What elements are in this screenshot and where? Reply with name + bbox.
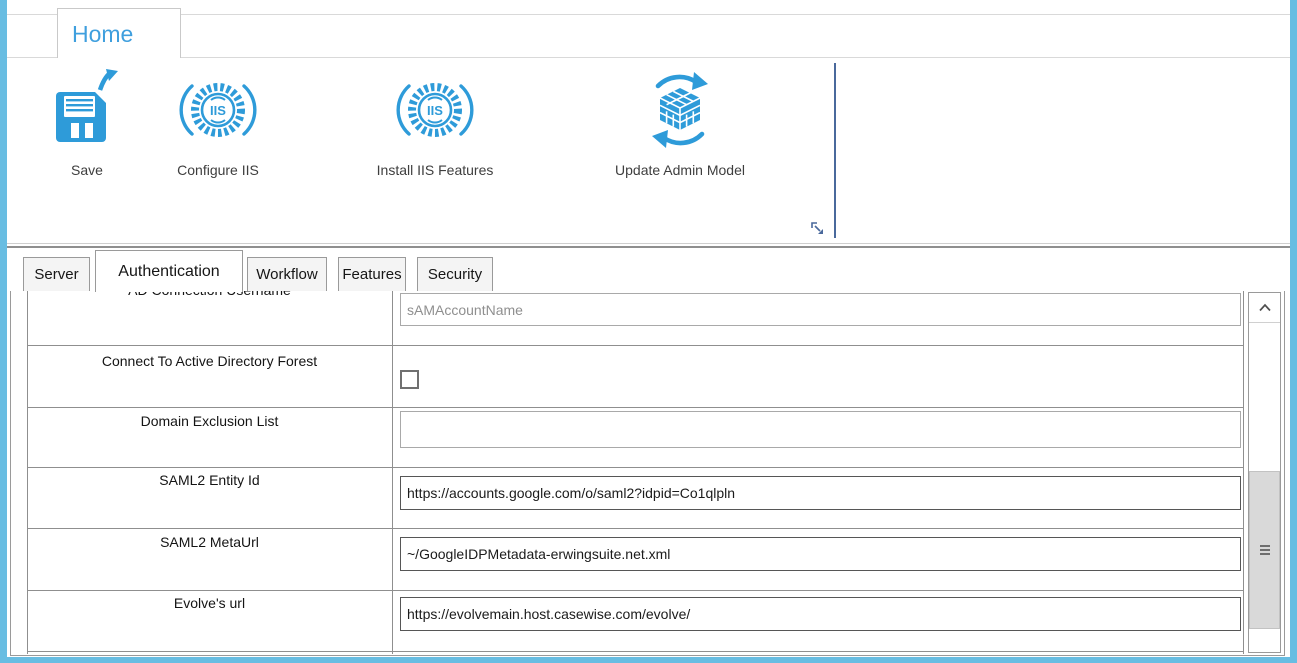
scrollbar-grip-icon: [1259, 545, 1270, 555]
scrollbar-up-button[interactable]: [1249, 293, 1280, 323]
domain-exclusion-list-input[interactable]: [400, 411, 1241, 448]
ribbon-bottom-border: [7, 243, 1290, 244]
svg-text:IIS: IIS: [427, 103, 443, 118]
tab-authentication-label: Authentication: [118, 262, 220, 280]
vertical-scrollbar[interactable]: [1248, 292, 1281, 653]
row-divider: [27, 651, 1243, 652]
field-label-saml2-metaurl: SAML2 MetaUrl: [160, 534, 259, 550]
tab-workflow[interactable]: Workflow: [247, 257, 327, 291]
saml2-entity-id-input[interactable]: [400, 476, 1241, 510]
tab-server-label: Server: [34, 266, 79, 283]
tab-authentication[interactable]: Authentication: [95, 250, 243, 292]
ribbon-group-separator: [834, 63, 836, 238]
tab-workflow-label: Workflow: [256, 266, 318, 283]
window-border: [0, 0, 7, 663]
cube-sync-icon: [638, 64, 722, 156]
tab-features[interactable]: Features: [338, 257, 406, 291]
saml2-metaurl-input[interactable]: [400, 537, 1241, 571]
titlebar-divider: [7, 14, 1290, 15]
row-divider: [27, 467, 1243, 468]
row-divider: [27, 407, 1243, 408]
update-admin-model-label: Update Admin Model: [615, 162, 745, 178]
save-button[interactable]: Save: [37, 64, 137, 194]
install-iis-features-label: Install IIS Features: [376, 162, 494, 178]
tab-features-label: Features: [342, 266, 402, 283]
row-divider: [27, 528, 1243, 529]
chevron-up-icon: [1258, 303, 1271, 312]
row-divider: [27, 345, 1243, 346]
dialog-launcher-icon[interactable]: [810, 221, 826, 237]
iis-gear-icon: IIS: [177, 64, 259, 156]
field-label-connect-ad-forest: Connect To Active Directory Forest: [101, 353, 318, 369]
ribbon-top-border: [7, 57, 1290, 58]
svg-text:IIS: IIS: [210, 103, 226, 118]
tab-server[interactable]: Server: [23, 257, 90, 291]
connect-ad-forest-checkbox[interactable]: [400, 370, 419, 389]
tab-security[interactable]: Security: [417, 257, 493, 291]
scrollbar-thumb[interactable]: [1249, 471, 1280, 629]
ribbon-tab-home[interactable]: Home: [57, 8, 181, 58]
evolves-url-input[interactable]: [400, 597, 1241, 631]
authentication-settings-panel: AD Connection Username Connect To Active…: [10, 291, 1285, 656]
pane-top-border: [7, 246, 1290, 248]
iis-gear-icon: IIS: [394, 64, 476, 156]
update-admin-model-button[interactable]: Update Admin Model: [572, 64, 788, 194]
save-button-label: Save: [71, 162, 103, 178]
ad-connection-username-input[interactable]: [400, 293, 1241, 326]
configure-iis-button[interactable]: IIS Configure IIS: [140, 64, 296, 194]
field-label-domain-exclusion-list: Domain Exclusion List: [140, 413, 279, 429]
tab-security-label: Security: [427, 266, 483, 283]
save-floppy-icon: [54, 64, 120, 156]
field-label-evolves-url: Evolve's url: [173, 595, 246, 611]
row-divider: [27, 590, 1243, 591]
field-label-ad-connection-username: AD Connection Username: [27, 291, 392, 299]
field-label-saml2-entity-id: SAML2 Entity Id: [159, 472, 260, 488]
configure-iis-label: Configure IIS: [177, 162, 259, 178]
install-iis-features-button[interactable]: IIS Install IIS Features: [338, 64, 532, 194]
window-border: [0, 657, 1297, 663]
application-window: Home Save IIS Configure IIS IIS Install …: [0, 0, 1297, 663]
window-border: [1290, 0, 1297, 663]
table-right-border: [1243, 291, 1244, 654]
